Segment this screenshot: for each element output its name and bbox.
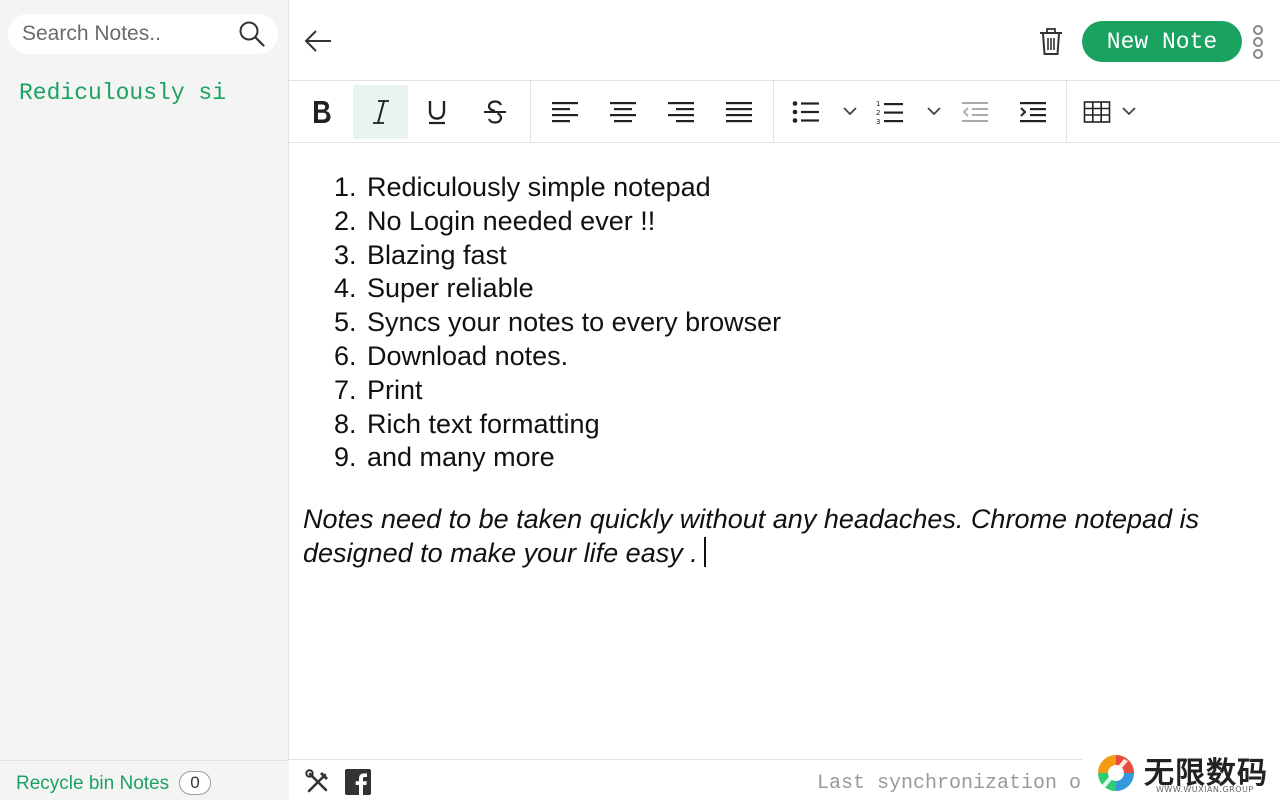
tagline-text: Notes need to be taken quickly without a… [303, 504, 1200, 568]
new-note-button[interactable]: New Note [1082, 21, 1242, 62]
list-item: Download notes. [334, 340, 569, 374]
outdent-icon [962, 102, 988, 122]
svg-text:1: 1 [876, 100, 880, 108]
align-left-button[interactable] [545, 85, 585, 139]
numbered-list-icon: 123 [876, 100, 941, 126]
list-item: Blazing fast [334, 239, 507, 273]
align-left-icon [552, 102, 578, 123]
strikethrough-icon [484, 100, 506, 124]
italic-icon [372, 100, 389, 124]
svg-text:2: 2 [876, 109, 880, 117]
text-cursor [703, 536, 706, 567]
justify-icon [726, 102, 752, 123]
table-button[interactable] [1081, 85, 1143, 139]
toolbar-separator [1066, 81, 1067, 143]
watermark-subtext: WWW.WUXIAN.GROUP [1156, 785, 1254, 794]
tools-icon[interactable] [305, 769, 331, 795]
list-item: and many more [334, 441, 555, 475]
outdent-button[interactable] [955, 85, 995, 139]
sidebar: Rediculously si Recycle bin Notes 0 [0, 0, 289, 800]
editor-header: New Note [289, 0, 1280, 81]
bold-button[interactable] [302, 85, 342, 139]
bold-icon [314, 101, 331, 123]
search-box [8, 14, 278, 54]
search-icon[interactable] [238, 20, 266, 48]
svg-text:3: 3 [876, 118, 880, 126]
watermark-logo-icon [1094, 751, 1138, 795]
search-input[interactable] [22, 14, 232, 54]
list-item: Rediculously simple notepad [334, 171, 711, 205]
vertical-dots-icon[interactable] [1251, 24, 1265, 60]
justify-button[interactable] [719, 85, 759, 139]
feature-list: Rediculously simple notepad No Login nee… [334, 171, 1266, 475]
italic-button[interactable] [353, 85, 408, 139]
strikethrough-button[interactable] [475, 85, 515, 139]
list-item: Super reliable [334, 272, 534, 306]
formatting-toolbar: 123 [289, 81, 1280, 143]
list-item: No Login needed ever !! [334, 205, 656, 239]
bulleted-list-icon [792, 101, 857, 123]
recycle-bin-link[interactable]: Recycle bin Notes [16, 773, 169, 795]
align-center-icon [610, 102, 636, 123]
sync-status: Last synchronization on [817, 772, 1081, 795]
note-list-item[interactable]: Rediculously si [19, 80, 279, 110]
list-item: Syncs your notes to every browser [334, 306, 782, 340]
underline-button[interactable] [417, 85, 457, 139]
tagline-paragraph: Notes need to be taken quickly without a… [303, 503, 1266, 571]
trash-icon[interactable] [1038, 27, 1064, 57]
align-right-button[interactable] [661, 85, 701, 139]
note-editor[interactable]: Rediculously simple notepad No Login nee… [289, 143, 1280, 759]
indent-icon [1020, 102, 1046, 123]
bulleted-list-button[interactable] [789, 85, 865, 139]
table-icon [1083, 101, 1136, 123]
arrow-left-icon[interactable] [303, 26, 333, 56]
list-item: Print [334, 374, 423, 408]
align-right-icon [668, 102, 694, 123]
recycle-bin-count: 0 [179, 771, 211, 795]
align-center-button[interactable] [603, 85, 643, 139]
toolbar-separator [773, 81, 774, 143]
numbered-list-button[interactable]: 123 [873, 85, 949, 139]
sidebar-footer: Recycle bin Notes 0 [0, 760, 289, 800]
toolbar-separator [530, 81, 531, 143]
underline-icon [428, 101, 446, 125]
indent-button[interactable] [1013, 85, 1053, 139]
watermark: 无限数码 WWW.WUXIAN.GROUP [1082, 744, 1280, 800]
list-item: Rich text formatting [334, 408, 600, 442]
facebook-icon[interactable] [345, 769, 371, 795]
